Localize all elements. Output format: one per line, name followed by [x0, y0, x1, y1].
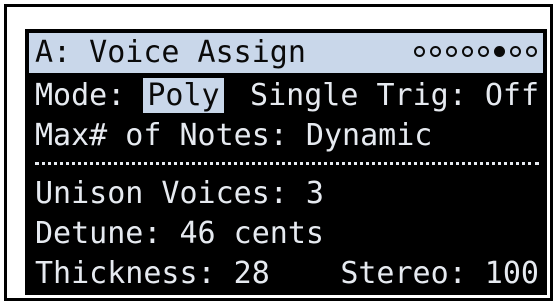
- page-title: A: Voice Assign: [35, 35, 306, 70]
- max-notes-param[interactable]: Max# of Notes: Dynamic: [35, 118, 432, 153]
- page-dot: [446, 46, 457, 57]
- stereo-param[interactable]: Stereo: 100: [340, 254, 539, 294]
- single-trig-param[interactable]: Single Trig: Off: [250, 76, 539, 116]
- page-dot: [430, 46, 441, 57]
- detune-row: Detune: 46 cents: [35, 214, 539, 254]
- page-dot: [414, 46, 425, 57]
- thickness-row: Thickness: 28 Stereo: 100: [35, 254, 539, 294]
- page-dot: [526, 46, 537, 57]
- unison-voices-row: Unison Voices: 3: [35, 174, 539, 214]
- unison-voices-param[interactable]: Unison Voices: 3: [35, 176, 324, 211]
- mode-value[interactable]: Poly: [143, 78, 224, 113]
- page-dot: [510, 46, 521, 57]
- oled-screen: A: Voice Assign Mode: Poly Single Trig: …: [25, 29, 547, 295]
- thickness-param[interactable]: Thickness: 28: [35, 256, 270, 291]
- dotted-separator: [35, 162, 539, 165]
- mode-label: Mode:: [35, 78, 126, 113]
- page-dot: [462, 46, 473, 57]
- title-bar: A: Voice Assign: [29, 33, 543, 73]
- detune-param[interactable]: Detune: 46 cents: [35, 216, 324, 251]
- max-notes-row: Max# of Notes: Dynamic: [35, 116, 539, 156]
- page-indicator: [414, 46, 537, 60]
- page-dot: [478, 46, 489, 57]
- display-frame: A: Voice Assign Mode: Poly Single Trig: …: [4, 4, 553, 301]
- mode-row: Mode: Poly Single Trig: Off: [35, 76, 539, 116]
- page-dot-active: [494, 46, 505, 57]
